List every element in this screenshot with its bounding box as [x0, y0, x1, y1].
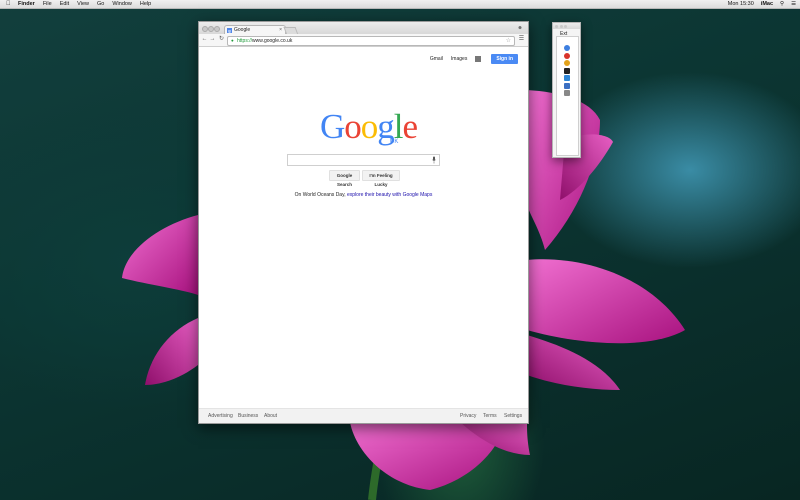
url-scheme: https://: [237, 37, 253, 44]
lock-icon: ●: [231, 37, 234, 43]
ext-minimize-button[interactable]: [559, 24, 563, 28]
menu-window[interactable]: Window: [112, 0, 132, 8]
logo-letter: o: [360, 107, 378, 146]
finder-icon[interactable]: [564, 75, 570, 81]
hamburger-menu-icon[interactable]: ☰: [518, 36, 525, 43]
menu-help[interactable]: Help: [140, 0, 151, 8]
footer-about-link[interactable]: About: [264, 413, 277, 419]
logo-letter: o: [344, 107, 361, 146]
apple-icon[interactable]: : [6, 0, 12, 8]
reload-icon[interactable]: ↻: [218, 36, 225, 43]
globe-icon[interactable]: [564, 45, 570, 51]
menu-bar:  Finder File Edit View Go Window Help M…: [0, 0, 800, 9]
profile-icon[interactable]: ☻: [517, 25, 523, 31]
footer-advertising-link[interactable]: Advertising: [208, 413, 233, 419]
x-icon[interactable]: [564, 67, 570, 74]
feeling-lucky-button[interactable]: I'm Feeling Lucky: [362, 170, 400, 187]
logo-letter: G: [320, 107, 345, 146]
search-input[interactable]: [287, 154, 440, 166]
ext-panel-window: Ext: [552, 22, 581, 158]
menu-view[interactable]: View: [77, 0, 89, 8]
logo-country: UK: [390, 139, 399, 145]
record-icon[interactable]: [564, 52, 570, 59]
url-text[interactable]: https://www.google.co.uk: [237, 38, 292, 45]
zoom-window-button[interactable]: [214, 26, 220, 32]
back-arrow-icon[interactable]: ←: [201, 36, 208, 43]
notification-center-icon[interactable]: ☰: [791, 1, 796, 7]
bookmark-star-icon[interactable]: ☆: [506, 37, 511, 45]
footer-business-link[interactable]: Business: [238, 413, 258, 419]
google-logo: Google UK: [320, 109, 418, 149]
pen-icon[interactable]: [564, 82, 570, 89]
apps-grid-icon[interactable]: [475, 56, 481, 62]
logo-letter: e: [402, 107, 419, 146]
spotlight-icon[interactable]: ⚲: [780, 1, 784, 7]
browser-toolbar: ← → ↻ ● https://www.google.co.uk ☆ ☰: [199, 34, 528, 47]
promo-text: On World Oceans Day,: [294, 192, 347, 198]
promo-link[interactable]: explore their beauty with Google Maps: [347, 192, 432, 198]
google-top-bar: Gmail Images Sign in: [430, 54, 518, 64]
ext-close-button[interactable]: [555, 24, 558, 28]
ext-icon-list: [556, 36, 579, 156]
address-bar[interactable]: ● https://www.google.co.uk ☆: [227, 36, 515, 46]
user-name[interactable]: iMac: [761, 1, 773, 7]
tab-title: Google: [234, 27, 251, 33]
menu-file[interactable]: File: [43, 0, 52, 8]
menu-go[interactable]: Go: [97, 0, 104, 8]
ext-zoom-button[interactable]: [564, 24, 567, 28]
forward-arrow-icon[interactable]: →: [209, 36, 216, 43]
ext-title-bar[interactable]: [553, 23, 580, 29]
preview-icon[interactable]: [564, 90, 570, 96]
google-logo-word: Google: [320, 107, 419, 146]
sign-in-button[interactable]: Sign in: [491, 54, 518, 64]
menu-extras: Mon 15:30 iMac ⚲ ☰: [721, 1, 796, 7]
gmail-link[interactable]: Gmail: [430, 56, 443, 62]
images-link[interactable]: Images: [451, 56, 467, 62]
google-homepage: Gmail Images Sign in Google UK Google Se…: [199, 47, 528, 423]
promo-message: On World Oceans Day, explore their beaut…: [199, 192, 528, 198]
close-tab-icon[interactable]: ×: [279, 27, 282, 33]
footer-terms-link[interactable]: Terms: [483, 413, 497, 419]
google-footer: Advertising Business About Privacy Terms…: [199, 408, 528, 423]
chrome-icon[interactable]: [564, 60, 570, 66]
footer-privacy-link[interactable]: Privacy: [460, 413, 476, 419]
clock[interactable]: Mon 15:30: [728, 1, 754, 7]
menu-edit[interactable]: Edit: [60, 0, 69, 8]
microphone-icon[interactable]: [432, 156, 436, 164]
google-search-button[interactable]: Google Search: [329, 170, 360, 187]
footer-settings-link[interactable]: Settings: [504, 413, 522, 419]
google-favicon-icon: g: [227, 27, 232, 33]
chrome-window: g Google × ☻ ← → ↻ ● https://www.google.…: [198, 21, 529, 424]
url-host: www.google.co.uk: [252, 37, 293, 44]
menu-finder[interactable]: Finder: [18, 0, 35, 8]
title-bar[interactable]: g Google × ☻: [199, 22, 528, 35]
